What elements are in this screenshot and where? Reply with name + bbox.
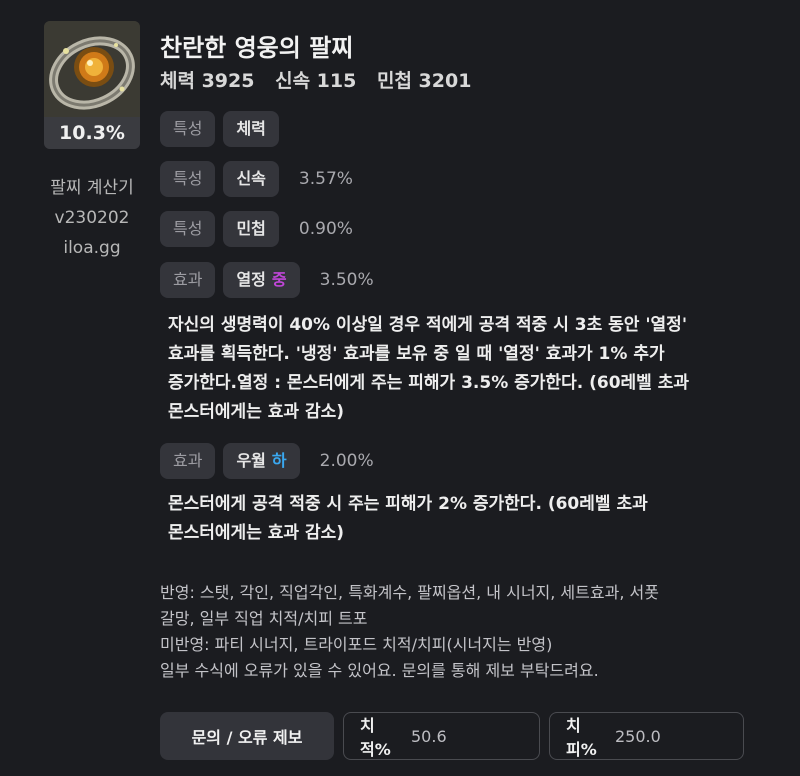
description-line: 몬스터에게는 효과 감소) bbox=[168, 402, 345, 422]
effect-grade: 중 bbox=[271, 270, 287, 289]
calculation-notes: 반영: 스탯, 각인, 직업각인, 특화계수, 팔찌옵션, 내 시너지, 세트효… bbox=[160, 580, 760, 684]
option-type-chip: 특성 bbox=[160, 111, 216, 147]
description-line: 몬스터에게 공격 적중 시 주는 피해가 2% 증가한다. (60레벨 초과 bbox=[168, 494, 648, 514]
option-name-chip: 민첩 bbox=[223, 211, 279, 247]
bracelet-icon bbox=[44, 21, 140, 117]
effect-name: 우월 bbox=[236, 451, 266, 470]
option-name-chip: 신속 bbox=[223, 161, 279, 197]
crit-damage-input[interactable] bbox=[613, 725, 727, 747]
effect-value: 3.50% bbox=[319, 270, 374, 290]
option-value: 3.57% bbox=[298, 169, 353, 189]
report-error-button[interactable]: 문의 / 오류 제보 bbox=[160, 712, 334, 760]
description-line: 증가한다.열정 : 몬스터에게 주는 피해가 3.5% 증가한다. (60레벨 … bbox=[168, 373, 689, 393]
stat-swiftness: 신속 115 bbox=[275, 70, 357, 92]
item-stats: 체력 3925 신속 115 민첩 3201 bbox=[160, 66, 485, 93]
effect-description: 몬스터에게 공격 적중 시 주는 피해가 2% 증가한다. (60레벨 초과 몬… bbox=[168, 490, 768, 548]
stat-hp: 체력 3925 bbox=[160, 70, 255, 92]
option-row: 특성 신속 3.57% bbox=[160, 161, 353, 197]
note-line: 갈망, 일부 직업 치적/치피 트포 bbox=[160, 609, 368, 628]
crit-rate-input[interactable] bbox=[409, 725, 523, 747]
note-line: 일부 수식에 오류가 있을 수 있어요. 문의를 통해 제보 부탁드려요. bbox=[160, 661, 599, 680]
note-line: 반영: 스탯, 각인, 직업각인, 특화계수, 팔찌옵션, 내 시너지, 세트효… bbox=[160, 583, 659, 602]
crit-rate-field[interactable]: 치적% bbox=[343, 712, 540, 760]
description-line: 몬스터에게는 효과 감소) bbox=[168, 523, 345, 543]
effect-name: 열정 bbox=[236, 270, 266, 289]
option-row: 특성 민첩 0.90% bbox=[160, 211, 353, 247]
crit-damage-field[interactable]: 치피% bbox=[549, 712, 744, 760]
effect-type-chip: 효과 bbox=[160, 443, 216, 479]
effect-name-chip: 열정 중 bbox=[223, 262, 300, 298]
item-name: 찬란한 영웅의 팔찌 bbox=[160, 34, 354, 62]
effect-type-chip: 효과 bbox=[160, 262, 216, 298]
crit-damage-label: 치피% bbox=[566, 716, 597, 759]
note-line: 미반영: 파티 시너지, 트라이포드 치적/치피(시너지는 반영) bbox=[160, 635, 553, 654]
app-version: v230202 bbox=[54, 208, 130, 228]
item-score-percent: 10.3% bbox=[44, 117, 140, 149]
item-card: 10.3% bbox=[44, 21, 140, 149]
effect-row: 효과 열정 중 3.50% bbox=[160, 262, 374, 298]
crit-rate-label: 치적% bbox=[360, 716, 391, 759]
effect-value: 2.00% bbox=[319, 451, 374, 471]
site-name: iloa.gg bbox=[63, 238, 121, 258]
stat-agility: 민첩 3201 bbox=[376, 70, 472, 92]
effect-grade: 하 bbox=[271, 451, 287, 470]
app-title: 팔찌 계산기 bbox=[50, 178, 134, 198]
option-type-chip: 특성 bbox=[160, 161, 216, 197]
effect-row: 효과 우월 하 2.00% bbox=[160, 443, 374, 479]
option-value: 0.90% bbox=[298, 219, 353, 239]
effect-name-chip: 우월 하 bbox=[223, 443, 300, 479]
description-line: 자신의 생명력이 40% 이상일 경우 적에게 공격 적중 시 3초 동안 '열… bbox=[168, 315, 688, 335]
option-type-chip: 특성 bbox=[160, 211, 216, 247]
option-name-chip: 체력 bbox=[223, 111, 279, 147]
effect-description: 자신의 생명력이 40% 이상일 경우 적에게 공격 적중 시 3초 동안 '열… bbox=[168, 311, 768, 427]
option-row: 특성 체력 bbox=[160, 111, 287, 147]
item-summary: 10.3% 팔찌 계산기 v230202 iloa.gg bbox=[44, 21, 140, 258]
description-line: 효과를 획득한다. '냉정' 효과를 보유 중 일 때 '열정' 효과가 1% … bbox=[168, 344, 665, 364]
